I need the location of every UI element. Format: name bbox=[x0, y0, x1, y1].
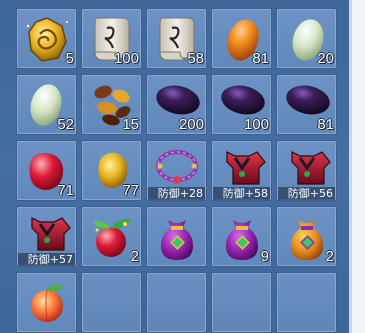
inventory-slot-4[interactable]: 81 bbox=[211, 8, 272, 69]
item-quantity: 20 bbox=[317, 50, 334, 67]
item-quantity: 77 bbox=[122, 182, 139, 199]
inventory-slot-12[interactable]: 77 bbox=[81, 140, 142, 201]
inventory-slot-21[interactable] bbox=[16, 272, 77, 333]
item-quantity: 5 bbox=[65, 50, 74, 67]
item-defense: 防御+56 bbox=[278, 187, 335, 200]
inventory-slot-6[interactable]: 52 bbox=[16, 74, 77, 135]
inventory-slot-24[interactable] bbox=[211, 272, 272, 333]
peach-icon bbox=[20, 276, 75, 331]
item-quantity: 58 bbox=[187, 50, 204, 67]
item-quantity: 9 bbox=[260, 248, 269, 265]
inventory-slot-18[interactable] bbox=[146, 206, 207, 267]
inventory-slot-5[interactable]: 20 bbox=[276, 8, 337, 69]
inventory-slot-15[interactable]: 防御+56 bbox=[276, 140, 337, 201]
item-quantity: 2 bbox=[325, 248, 334, 265]
inventory-slot-11[interactable]: 71 bbox=[16, 140, 77, 201]
item-defense: 防御+58 bbox=[213, 187, 270, 200]
item-quantity: 2 bbox=[130, 248, 139, 265]
item-quantity: 81 bbox=[252, 50, 269, 67]
item-quantity: 71 bbox=[57, 182, 74, 199]
inventory-slot-9[interactable]: 100 bbox=[211, 74, 272, 135]
inventory-slot-13[interactable]: 防御+28 bbox=[146, 140, 207, 201]
inventory-slot-20[interactable]: 2 bbox=[276, 206, 337, 267]
inventory-slot-14[interactable]: 防御+58 bbox=[211, 140, 272, 201]
inventory-slot-3[interactable]: 58 bbox=[146, 8, 207, 69]
inventory-slot-17[interactable]: 2 bbox=[81, 206, 142, 267]
inventory-panel: 5 100 58 81 20 52 15 200 100 81 71 77 防御… bbox=[0, 0, 352, 333]
item-quantity: 15 bbox=[122, 116, 139, 133]
item-quantity: 100 bbox=[243, 116, 269, 133]
inventory-slot-22[interactable] bbox=[81, 272, 142, 333]
item-quantity: 81 bbox=[317, 116, 334, 133]
inventory-slot-2[interactable]: 100 bbox=[81, 8, 142, 69]
item-quantity: 200 bbox=[178, 116, 204, 133]
inventory-slot-16[interactable]: 防御+57 bbox=[16, 206, 77, 267]
item-defense: 防御+57 bbox=[18, 253, 75, 266]
inventory-slot-1[interactable]: 5 bbox=[16, 8, 77, 69]
inventory-grid: 5 100 58 81 20 52 15 200 100 81 71 77 防御… bbox=[16, 8, 337, 333]
inventory-slot-25[interactable] bbox=[276, 272, 337, 333]
inventory-slot-23[interactable] bbox=[146, 272, 207, 333]
item-quantity: 100 bbox=[113, 50, 139, 67]
inventory-slot-8[interactable]: 200 bbox=[146, 74, 207, 135]
purple-pouch-icon bbox=[150, 210, 205, 265]
item-quantity: 52 bbox=[57, 116, 74, 133]
inventory-slot-7[interactable]: 15 bbox=[81, 74, 142, 135]
item-defense: 防御+28 bbox=[148, 187, 205, 200]
inventory-slot-19[interactable]: 9 bbox=[211, 206, 272, 267]
inventory-slot-10[interactable]: 81 bbox=[276, 74, 337, 135]
